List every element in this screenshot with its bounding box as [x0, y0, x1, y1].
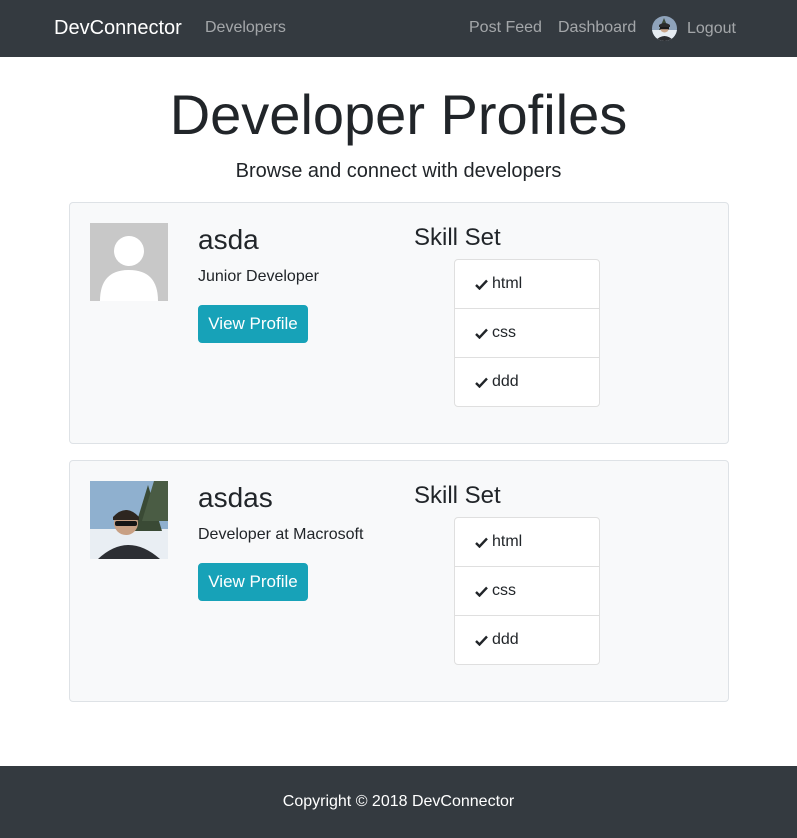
profile-status: Junior Developer	[198, 268, 319, 285]
skill-label: ddd	[492, 631, 519, 648]
page-subtitle: Browse and connect with developers	[235, 160, 562, 182]
skill-item: html	[455, 518, 599, 566]
nav-logout-link[interactable]: Logout	[652, 16, 736, 41]
check-icon	[475, 279, 488, 290]
skill-item: css	[455, 566, 599, 615]
skill-label: ddd	[492, 373, 519, 390]
profile-name: asda	[198, 224, 259, 255]
nav-post-feed-link[interactable]: Post Feed	[469, 19, 542, 37]
skill-item: css	[455, 308, 599, 357]
nav-dashboard-link[interactable]: Dashboard	[558, 19, 636, 37]
logout-label: Logout	[687, 19, 736, 37]
skill-item: html	[455, 260, 599, 308]
user-photo	[90, 481, 168, 559]
skill-list: html css ddd	[454, 259, 600, 407]
footer: Copyright © 2018 DevConnector	[0, 766, 797, 838]
view-profile-button[interactable]: View Profile	[198, 305, 308, 343]
profile-card: asda Junior Developer View Profile Skill…	[69, 202, 729, 444]
profile-card: asdas Developer at Macrosoft View Profil…	[69, 460, 729, 702]
copyright-text: Copyright © 2018 DevConnector	[282, 793, 515, 810]
skill-label: html	[492, 533, 523, 550]
check-icon	[475, 635, 488, 646]
default-avatar-icon	[90, 223, 168, 301]
skill-item: ddd	[455, 615, 599, 664]
brand-link[interactable]: DevConnector	[54, 17, 182, 40]
check-icon	[475, 377, 488, 388]
profile-name: asdas	[198, 482, 273, 513]
user-avatar-icon	[652, 16, 677, 41]
view-profile-button[interactable]: View Profile	[198, 563, 308, 601]
profile-status: Developer at Macrosoft	[198, 526, 364, 543]
skill-label: css	[492, 324, 516, 341]
check-icon	[475, 537, 488, 548]
skill-label: html	[492, 275, 523, 292]
check-icon	[475, 586, 488, 597]
skill-set-heading: Skill Set	[414, 224, 501, 251]
skill-item: ddd	[455, 357, 599, 406]
navbar: DevConnector Developers Post Feed Dashbo…	[0, 0, 797, 57]
check-icon	[475, 328, 488, 339]
page-title: Developer Profiles	[169, 83, 628, 146]
skill-label: css	[492, 582, 516, 599]
skill-list: html css ddd	[454, 517, 600, 665]
skill-set-heading: Skill Set	[414, 482, 501, 509]
nav-developers-link[interactable]: Developers	[205, 19, 286, 37]
